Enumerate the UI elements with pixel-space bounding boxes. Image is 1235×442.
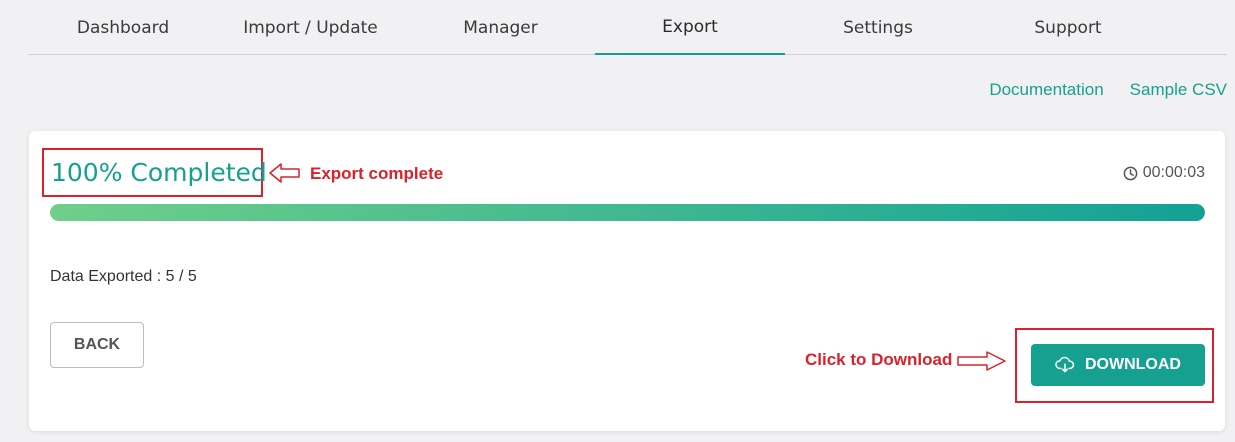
- tab-settings[interactable]: Settings: [803, 0, 953, 55]
- sample-csv-link[interactable]: Sample CSV: [1130, 80, 1227, 100]
- help-links: Documentation Sample CSV: [989, 80, 1227, 100]
- back-button[interactable]: BACK: [50, 322, 144, 368]
- main-tabs: Dashboard Import / Update Manager Export…: [28, 0, 1227, 55]
- download-label: DOWNLOAD: [1085, 356, 1181, 373]
- elapsed-timer: 00:00:03: [1123, 164, 1205, 182]
- timer-value: 00:00:03: [1142, 164, 1205, 181]
- export-progress-card: 100% Completed Export complete 00:00:03 …: [29, 131, 1225, 431]
- click-to-download-annotation: Click to Download: [805, 350, 953, 369]
- tab-export[interactable]: Export: [595, 0, 785, 55]
- data-exported-count: Data Exported : 5 / 5: [50, 268, 197, 285]
- export-complete-annotation: Export complete: [310, 164, 444, 183]
- download-button[interactable]: DOWNLOAD: [1031, 344, 1205, 386]
- left-arrow-icon: [269, 163, 300, 183]
- progress-bar-fill: [50, 204, 1205, 221]
- completed-label: 100% Completed: [51, 158, 267, 187]
- tab-support[interactable]: Support: [993, 0, 1143, 55]
- tab-manager[interactable]: Manager: [423, 0, 578, 55]
- tab-import-update[interactable]: Import / Update: [228, 0, 393, 55]
- cloud-download-icon: [1055, 356, 1075, 373]
- tab-dashboard[interactable]: Dashboard: [48, 0, 198, 55]
- documentation-link[interactable]: Documentation: [989, 80, 1103, 100]
- right-arrow-icon: [957, 351, 1006, 371]
- progress-bar: [50, 204, 1205, 221]
- clock-icon: [1123, 166, 1138, 180]
